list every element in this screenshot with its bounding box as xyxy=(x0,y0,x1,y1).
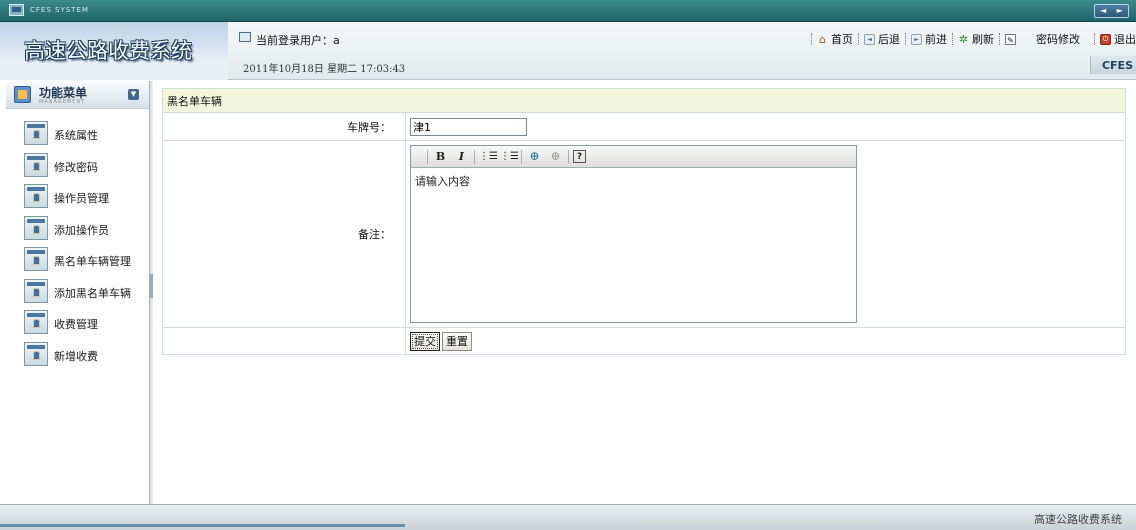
sidebar-item-toll-management[interactable]: 收费管理 xyxy=(6,309,149,341)
current-user-label: 当前登录用户：a xyxy=(256,34,340,47)
back-button[interactable]: ◄ 后退 xyxy=(864,31,900,47)
remark-editor-body[interactable]: 请输入内容 xyxy=(411,168,856,194)
load-progress-bar xyxy=(0,524,405,527)
home-button[interactable]: ⌂ 首页 xyxy=(817,31,853,47)
actions-label-cell xyxy=(162,327,406,355)
user-card-icon xyxy=(24,341,48,366)
sidebar-menu: 系统属性 修改密码 操作员管理 添加操作员 黑名单车辆管理 添加黑名单车辆 收费… xyxy=(6,109,149,372)
status-text: 高速公路收费系统 xyxy=(1034,513,1122,526)
form-title: 黑名单车辆 xyxy=(162,88,1126,113)
window-nav-arrows[interactable]: ◄ ► xyxy=(1094,4,1129,18)
sidebar-header: 功能菜单 MANAGEMENT ▼ xyxy=(6,81,149,109)
user-card-icon xyxy=(24,215,48,240)
user-card-icon xyxy=(24,278,48,303)
refresh-button[interactable]: ✲ 刷新 xyxy=(958,31,994,47)
header-toolbar: ⌂ 首页 ◄ 后退 ► 前进 ✲ 刷新 ✎ 密码修改 ⏻ 退出 xyxy=(806,30,1136,48)
logo-text: 高速公路收费系统 xyxy=(24,39,192,63)
toolbar-divider xyxy=(905,33,906,45)
sidebar-item-change-password[interactable]: 修改密码 xyxy=(6,152,149,184)
sidebar-item-label: 添加操作员 xyxy=(54,223,109,237)
remark-label: 备注： xyxy=(162,140,406,328)
sidebar-item-blacklist-management[interactable]: 黑名单车辆管理 xyxy=(6,246,149,278)
menu-board-icon xyxy=(14,86,31,103)
back-icon: ◄ xyxy=(864,33,875,45)
prev-arrow-icon[interactable]: ◄ xyxy=(1095,5,1112,17)
window-title: CFES SYSTEM xyxy=(30,6,89,14)
next-arrow-icon[interactable]: ► xyxy=(1112,5,1129,17)
sidebar-item-operator-management[interactable]: 操作员管理 xyxy=(6,183,149,215)
plate-number-input[interactable] xyxy=(410,117,527,136)
sidebar-item-add-blacklist-vehicle[interactable]: 添加黑名单车辆 xyxy=(6,278,149,310)
help-icon[interactable]: ? xyxy=(573,150,586,163)
forward-button[interactable]: ► 前进 xyxy=(911,31,947,47)
user-card-icon xyxy=(24,310,48,334)
sidebar-item-label: 收费管理 xyxy=(54,318,98,331)
change-password-label: 密码修改 xyxy=(1036,33,1080,46)
sidebar-item-label: 修改密码 xyxy=(54,160,98,174)
sidebar-item-label: 黑名单车辆管理 xyxy=(54,255,131,268)
remove-link-icon[interactable]: ⊕ xyxy=(547,148,564,165)
sidebar-item-add-toll[interactable]: 新增收费 xyxy=(6,341,149,373)
collapse-chevron-icon[interactable]: ▼ xyxy=(128,89,139,100)
rich-text-editor: B I ⋮☰ ⋮☰ ⊕ ⊕ ? 请输入内容 xyxy=(410,145,857,323)
window-titlebar: CFES SYSTEM ◄ ► xyxy=(0,0,1136,22)
user-card-icon xyxy=(24,184,48,208)
home-label: 首页 xyxy=(831,33,853,46)
app-header: 高速公路收费系统 当前登录用户：a 2011年10月18日 星期二 17:03:… xyxy=(0,22,1136,80)
logout-button[interactable]: ⏻ 退出 xyxy=(1100,31,1136,47)
sidebar-subtitle: MANAGEMENT xyxy=(39,99,86,105)
editor-toolbar: B I ⋮☰ ⋮☰ ⊕ ⊕ ? xyxy=(411,146,856,168)
insert-link-icon[interactable]: ⊕ xyxy=(526,148,543,165)
user-card-icon xyxy=(239,32,251,42)
toolbar-divider xyxy=(474,149,475,164)
logout-label: 退出 xyxy=(1114,33,1136,46)
sidebar-item-label: 操作员管理 xyxy=(54,192,109,205)
submit-button[interactable]: 提交 xyxy=(410,331,440,351)
plate-cell xyxy=(405,112,1126,141)
sidebar: 功能菜单 MANAGEMENT ▼ 系统属性 修改密码 操作员管理 添加操作员 … xyxy=(6,81,150,504)
user-card-icon xyxy=(24,247,48,271)
sidebar-item-label: 新增收费 xyxy=(54,349,98,363)
blacklist-vehicle-form: 黑名单车辆 车牌号： 备注： B I ⋮☰ ⋮☰ xyxy=(162,88,1126,355)
status-bar: 高速公路收费系统 xyxy=(0,504,1136,530)
actions-cell: 提交 重置 xyxy=(405,327,1126,355)
bold-icon[interactable]: B xyxy=(432,148,449,165)
toolbar-divider xyxy=(1094,33,1095,45)
toolbar-divider xyxy=(858,33,859,45)
sidebar-item-label: 系统属性 xyxy=(54,129,98,142)
app-logo: 高速公路收费系统 xyxy=(0,22,228,80)
sidebar-item-add-operator[interactable]: 添加操作员 xyxy=(6,215,149,247)
toolbar-divider xyxy=(952,33,953,45)
toolbar-divider xyxy=(999,33,1000,45)
refresh-label: 刷新 xyxy=(972,33,994,46)
plate-label: 车牌号： xyxy=(162,112,406,141)
remark-cell: B I ⋮☰ ⋮☰ ⊕ ⊕ ? 请输入内容 xyxy=(405,140,1126,328)
back-label: 后退 xyxy=(878,33,900,46)
user-card-icon xyxy=(24,152,48,177)
monitor-icon xyxy=(9,4,24,16)
main-content: 黑名单车辆 车牌号： 备注： B I ⋮☰ ⋮☰ xyxy=(153,81,1136,504)
toolbar-divider xyxy=(521,149,522,164)
edit-icon: ✎ xyxy=(1005,33,1016,45)
reset-button[interactable]: 重置 xyxy=(442,331,472,351)
toolbar-divider xyxy=(427,149,428,164)
toolbar-divider xyxy=(811,33,812,45)
forward-icon: ► xyxy=(911,33,922,45)
user-card-icon xyxy=(24,121,48,145)
refresh-icon: ✲ xyxy=(958,32,969,46)
forward-label: 前进 xyxy=(925,33,947,46)
toolbar-divider xyxy=(568,149,569,164)
brand-badge: CFES xyxy=(1090,56,1136,74)
home-icon: ⌂ xyxy=(819,32,826,46)
sidebar-item-system-properties[interactable]: 系统属性 xyxy=(6,120,149,152)
unordered-list-icon[interactable]: ⋮☰ xyxy=(500,148,519,165)
italic-icon[interactable]: I xyxy=(453,148,470,165)
ordered-list-icon[interactable]: ⋮☰ xyxy=(479,148,498,165)
change-password-button[interactable]: ✎ 密码修改 xyxy=(1005,31,1080,47)
current-datetime: 2011年10月18日 星期二 17:03:43 xyxy=(243,64,406,75)
sidebar-item-label: 添加黑名单车辆 xyxy=(54,286,131,300)
logout-icon: ⏻ xyxy=(1100,33,1111,45)
